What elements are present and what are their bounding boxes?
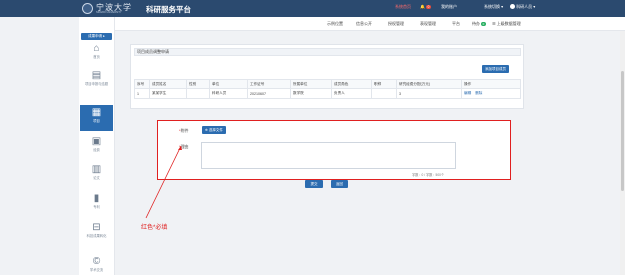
attachment-label: *附件 — [179, 128, 189, 134]
table-header: 成员角色 — [331, 79, 372, 89]
sidebar-item-label: 论文 — [93, 176, 100, 180]
sidebar-item-transfer[interactable]: ⊟ 科技成果转化 — [80, 222, 113, 239]
system-switch-dropdown[interactable]: 系统切换 ▾ — [484, 4, 503, 10]
my-account-link[interactable]: 我的账户 — [441, 4, 457, 10]
cell-funds: 3 — [396, 88, 462, 99]
sidebar-item-label: 学术交流 — [89, 268, 104, 272]
user-name: 科研人员 — [516, 4, 533, 9]
table-header: 序号 — [134, 79, 150, 89]
nav-item-1[interactable]: 信息公开 — [356, 21, 372, 27]
submit-button[interactable]: 提交 — [305, 180, 323, 188]
table-header-row: 序号 成员姓名 性别 单位 工作证号 所属单位 成员角色 职称 研究经费分配(万… — [134, 79, 521, 89]
table-header: 所属单位 — [290, 79, 332, 89]
sidebar-item-declaration[interactable]: ▤ 项目申报与结题 — [80, 70, 113, 87]
reason-label-text: 理由 — [180, 144, 189, 149]
cell-name: 某某学生 — [149, 88, 187, 99]
sidebar-item-label: 科技成果转化 — [86, 234, 107, 238]
money-icon: ▣ — [91, 136, 102, 147]
avatar — [510, 4, 515, 10]
main-content: 项目成员调整申请 添加项目成员 序号 成员姓名 性别 单位 工作证号 所属单位 … — [115, 31, 625, 275]
table-header: 研究经费分配(万元) — [396, 79, 462, 89]
table-header: 职称 — [371, 79, 397, 89]
top-nav: 示例位置 信息公开 授权管理 表现管理 平台 待办 0 ☰ 上级数据管理 — [115, 17, 625, 31]
sidebar-toggle[interactable]: 成果申请 ▸ — [81, 33, 112, 40]
member-table: 序号 成员姓名 性别 单位 工作证号 所属单位 成员角色 职称 研究经费分配(万… — [134, 79, 521, 99]
project-icon: ▦ — [91, 107, 102, 118]
bell-icon: 🔔 — [420, 4, 425, 9]
choose-file-label: 选择文件 — [208, 128, 223, 132]
cell-actions: 编辑 删除 — [461, 88, 521, 99]
table-header: 单位 — [209, 79, 248, 89]
sidebar-item-home[interactable]: ⌂ 首页 — [80, 43, 113, 60]
sidebar: 成果申请 ▸ ⌂ 首页 ▤ 项目申报与结题 ▦ 项目 ▣ 经费 ▥ 论文 ▮ 专… — [79, 17, 115, 275]
cell-no: 1 — [134, 88, 150, 99]
chevron-down-icon: ▾ — [533, 4, 536, 9]
university-logo-subtitle: NINGBO UNIVERSITY — [96, 11, 122, 14]
nav-todo-label: 待办 — [472, 21, 480, 26]
sidebar-item-papers[interactable]: ▥ 论文 — [80, 164, 113, 181]
required-fields-frame: *附件 ⊕ 选择文件 *理由 字数：0 / 字数：500个 — [157, 120, 511, 180]
paper-icon: ▥ — [91, 164, 102, 175]
nav-item-0[interactable]: 示例位置 — [327, 21, 343, 27]
nav-item-last[interactable]: ☰ 上级数据管理 — [492, 21, 521, 27]
table-row: 1 某某学生 科研人员 20210607 数学院 负责人 3 编辑 删除 — [134, 88, 521, 99]
required-annotation: 红色*必填 — [141, 225, 168, 231]
sidebar-item-project[interactable]: ▦ 项目 — [80, 105, 113, 131]
cell-gender — [186, 88, 210, 99]
cell-title — [371, 88, 397, 99]
top-header: 宁波大学 NINGBO UNIVERSITY 科研服务平台 系统首页 🔔 0 我… — [0, 0, 625, 17]
sidebar-item-label: 经费 — [93, 148, 100, 152]
nav-last-label: 上级数据管理 — [496, 21, 521, 26]
sidebar-item-patents[interactable]: ▮ 专利 — [80, 193, 113, 210]
panel-title: 项目成员调整申请 — [134, 48, 521, 56]
choose-file-button[interactable]: ⊕ 选择文件 — [202, 126, 226, 134]
attachment-label-text: 附件 — [180, 128, 189, 133]
list-icon: ☰ — [492, 21, 496, 26]
cell-id: 20210607 — [247, 88, 291, 99]
cell-dept: 数学院 — [290, 88, 332, 99]
edit-link[interactable]: 编辑 — [464, 91, 471, 95]
nav-item-4[interactable]: 平台 — [452, 21, 460, 27]
sidebar-item-label: 专利 — [93, 205, 100, 209]
app-title: 科研服务平台 — [146, 5, 191, 14]
chevron-down-icon: ▾ — [501, 4, 504, 9]
vertical-scrollbar[interactable] — [620, 31, 625, 275]
sidebar-item-exchange[interactable]: © 学术交流 — [80, 256, 113, 273]
transfer-icon: ⊟ — [92, 222, 101, 233]
table-header: 操作 — [461, 79, 521, 89]
copyright-icon: © — [92, 256, 101, 267]
table-header: 工作证号 — [247, 79, 291, 89]
scrollbar-thumb[interactable] — [621, 71, 624, 191]
nav-item-2[interactable]: 授权管理 — [388, 21, 404, 27]
sidebar-item-label: 项目 — [93, 119, 100, 123]
reason-label: *理由 — [179, 144, 189, 150]
cell-unit: 科研人员 — [209, 88, 248, 99]
document-icon: ▤ — [91, 70, 102, 81]
nav-item-3[interactable]: 表现管理 — [420, 21, 436, 27]
add-member-button[interactable]: 添加项目成员 — [482, 65, 509, 73]
word-counter: 字数：0 / 字数：500个 — [412, 173, 445, 177]
nav-todo-badge: 0 — [481, 22, 486, 26]
cell-role: 负责人 — [331, 88, 372, 99]
university-seal-icon — [82, 3, 93, 14]
reason-textarea[interactable] — [201, 142, 456, 169]
nav-item-todo[interactable]: 待办 0 — [472, 21, 486, 27]
sidebar-item-funds[interactable]: ▣ 经费 — [80, 136, 113, 153]
bell-count-badge: 0 — [426, 5, 431, 9]
table-header: 性别 — [186, 79, 210, 89]
system-switch-label: 系统切换 — [484, 4, 500, 9]
sidebar-item-label: 项目申报与结题 — [84, 82, 109, 86]
upload-icon: ⊕ — [205, 128, 208, 132]
member-panel: 项目成员调整申请 添加项目成员 序号 成员姓名 性别 单位 工作证号 所属单位 … — [130, 44, 524, 109]
sidebar-item-label: 首页 — [93, 55, 100, 59]
table-header: 成员姓名 — [149, 79, 187, 89]
notification-bell[interactable]: 🔔 0 — [420, 4, 431, 9]
delete-link[interactable]: 删除 — [475, 91, 482, 95]
header-home-link[interactable]: 系统首页 — [395, 4, 411, 10]
back-button[interactable]: 返回 — [331, 180, 348, 188]
user-menu[interactable]: 科研人员 ▾ — [510, 4, 535, 10]
home-icon: ⌂ — [93, 43, 100, 54]
bookmark-icon: ▮ — [93, 193, 100, 204]
